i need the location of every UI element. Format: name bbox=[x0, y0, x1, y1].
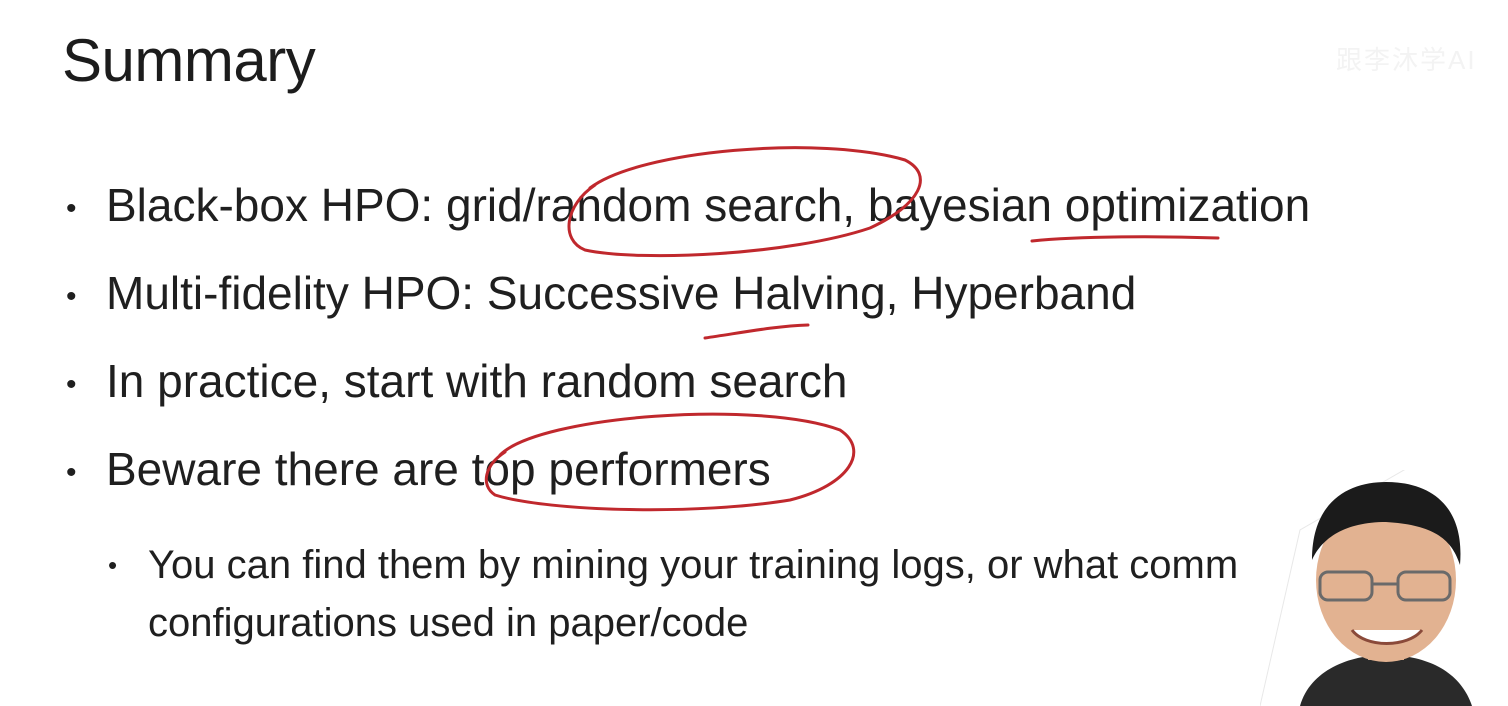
bullet-item: • Black-box HPO: grid/random search, baye… bbox=[66, 178, 1310, 232]
bullet-dot: • bbox=[66, 279, 77, 313]
bullet-item: • Multi-fidelity HPO: Successive Halving,… bbox=[66, 266, 1136, 320]
sub-bullet-text-line1: You can find them by mining your trainin… bbox=[148, 543, 1239, 587]
sub-bullet-dot: • bbox=[108, 550, 118, 580]
bullet-text: Black-box HPO: grid/random search, bayes… bbox=[106, 179, 1311, 231]
ink-underline-halving bbox=[703, 323, 810, 340]
bullet-item: • Beware there are top performers bbox=[66, 442, 771, 496]
sub-bullet-item: • You can find them by mining your traini… bbox=[108, 536, 1238, 652]
bullet-text: Multi-fidelity HPO: Successive Halving, … bbox=[106, 267, 1137, 319]
bullet-item: • In practice, start with random search bbox=[66, 354, 847, 408]
watermark-text: 跟李沐学AI bbox=[1336, 45, 1477, 75]
bullet-text: In practice, start with random search bbox=[106, 355, 848, 407]
bullet-text: Beware there are top performers bbox=[106, 443, 771, 495]
bullet-dot: • bbox=[66, 455, 77, 489]
bullet-dot: • bbox=[66, 367, 77, 401]
slide: Summary 跟李沐学AI • Black-box HPO: grid/rand… bbox=[0, 0, 1508, 706]
sub-bullet-text-line2: configurations used in paper/code bbox=[148, 601, 749, 645]
slide-title: Summary bbox=[62, 27, 316, 94]
bullet-dot: • bbox=[66, 191, 77, 225]
ink-underline-bayesian bbox=[1030, 235, 1220, 243]
presenter-video bbox=[1260, 470, 1508, 706]
